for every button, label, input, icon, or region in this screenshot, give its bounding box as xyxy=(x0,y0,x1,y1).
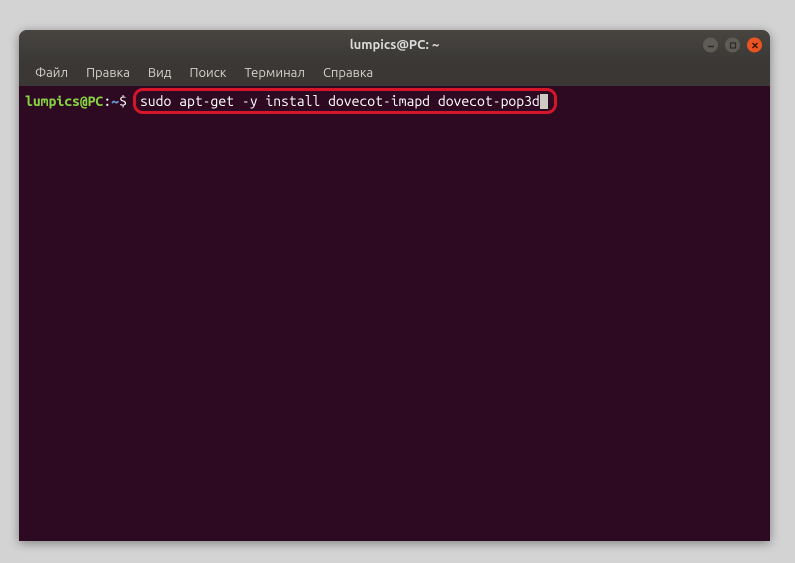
terminal-cursor xyxy=(540,94,548,109)
menu-help[interactable]: Справка xyxy=(315,63,381,83)
command-highlight-annotation: sudo apt-get -y install dovecot-imapd do… xyxy=(133,88,557,114)
menu-file[interactable]: Файл xyxy=(27,63,76,83)
close-button[interactable] xyxy=(747,38,762,53)
menu-view[interactable]: Вид xyxy=(140,63,180,83)
terminal-window: lumpics@PC: ~ Файл Правка Вид Поиск Терм… xyxy=(19,30,770,541)
close-icon xyxy=(751,41,759,49)
command-text: sudo apt-get -y install dovecot-imapd do… xyxy=(140,92,540,110)
maximize-icon xyxy=(729,41,737,49)
window-title: lumpics@PC: ~ xyxy=(350,38,440,52)
menu-edit[interactable]: Правка xyxy=(78,63,138,83)
prompt-path: ~ xyxy=(111,92,119,110)
prompt-colon: : xyxy=(103,92,111,110)
menu-search[interactable]: Поиск xyxy=(181,63,234,83)
window-controls xyxy=(703,38,762,53)
terminal-line: lumpics@PC:~$ sudo apt-get -y install do… xyxy=(25,88,764,114)
terminal-body[interactable]: lumpics@PC:~$ sudo apt-get -y install do… xyxy=(19,86,770,541)
prompt-dollar: $ xyxy=(119,92,127,110)
minimize-button[interactable] xyxy=(703,38,718,53)
menubar: Файл Правка Вид Поиск Терминал Справка xyxy=(19,60,770,86)
window-titlebar[interactable]: lumpics@PC: ~ xyxy=(19,30,770,60)
menu-terminal[interactable]: Терминал xyxy=(236,63,312,83)
prompt-user: lumpics@PC xyxy=(25,92,103,110)
minimize-icon xyxy=(707,41,715,49)
maximize-button[interactable] xyxy=(725,38,740,53)
